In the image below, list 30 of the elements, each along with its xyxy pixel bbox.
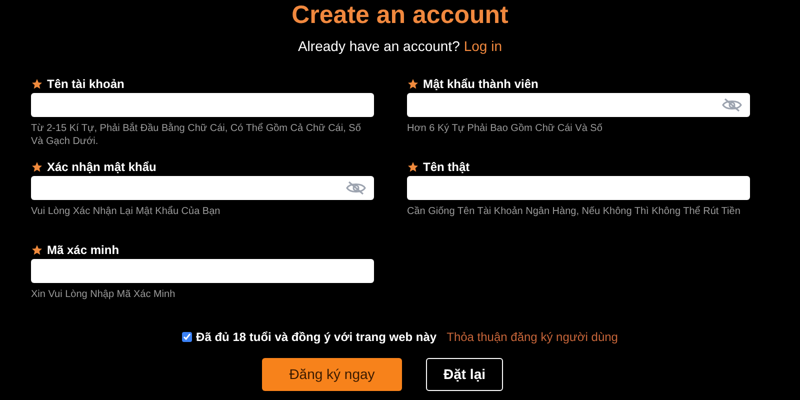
input-field[interactable] xyxy=(407,176,750,200)
field-hint: Hơn 6 Ký Tự Phải Bao Gồm Chữ Cái Và Số xyxy=(407,122,604,135)
star-icon xyxy=(407,161,419,173)
field-hint: Xin Vui Lòng Nhập Mã Xác Minh xyxy=(31,288,176,301)
login-prompt: Already have an account? xyxy=(298,37,460,56)
field-label: Mã xác minh xyxy=(47,243,120,257)
field-hint: Cần Giống Tên Tài Khoản Ngân Hàng, Nếu Không Thì Không Thể Rút Tiền xyxy=(407,205,742,218)
page-title: Create an account xyxy=(292,1,508,29)
agreement-text: Đã đủ 18 tuổi và đồng ý với trang web này xyxy=(196,329,437,346)
field-label: Mật khẩu thành viên xyxy=(423,77,538,91)
eye-slash-icon[interactable] xyxy=(346,181,366,195)
reset-button[interactable]: Đặt lại xyxy=(426,358,503,391)
field-hint: Vui Lòng Xác Nhận Lại Mật Khẩu Của Bạn xyxy=(31,205,222,218)
field-label: Tên thật xyxy=(423,160,470,174)
field-hint: Từ 2-15 Kí Tự, Phải Bắt Đầu Bằng Chữ Cái, Có Thể Gồm Cả Chữ Cái, Số Và Gạch Dưới. xyxy=(31,122,362,148)
star-icon xyxy=(31,244,43,256)
agreement-checkbox[interactable] xyxy=(182,332,192,342)
star-icon xyxy=(407,78,419,90)
star-icon xyxy=(31,161,43,173)
input-field[interactable] xyxy=(31,176,374,200)
star-icon xyxy=(31,78,43,90)
input-field[interactable] xyxy=(31,93,374,117)
input-field[interactable] xyxy=(407,93,750,117)
terms-link[interactable]: Thỏa thuận đăng ký người dùng xyxy=(446,328,618,346)
login-link[interactable]: Log in xyxy=(464,36,502,57)
register-button[interactable]: Đăng ký ngay xyxy=(262,358,402,391)
input-field[interactable] xyxy=(31,259,374,283)
field-label: Tên tài khoản xyxy=(47,77,124,91)
field-label: Xác nhận mật khẩu xyxy=(47,160,156,174)
eye-slash-icon[interactable] xyxy=(722,98,742,112)
